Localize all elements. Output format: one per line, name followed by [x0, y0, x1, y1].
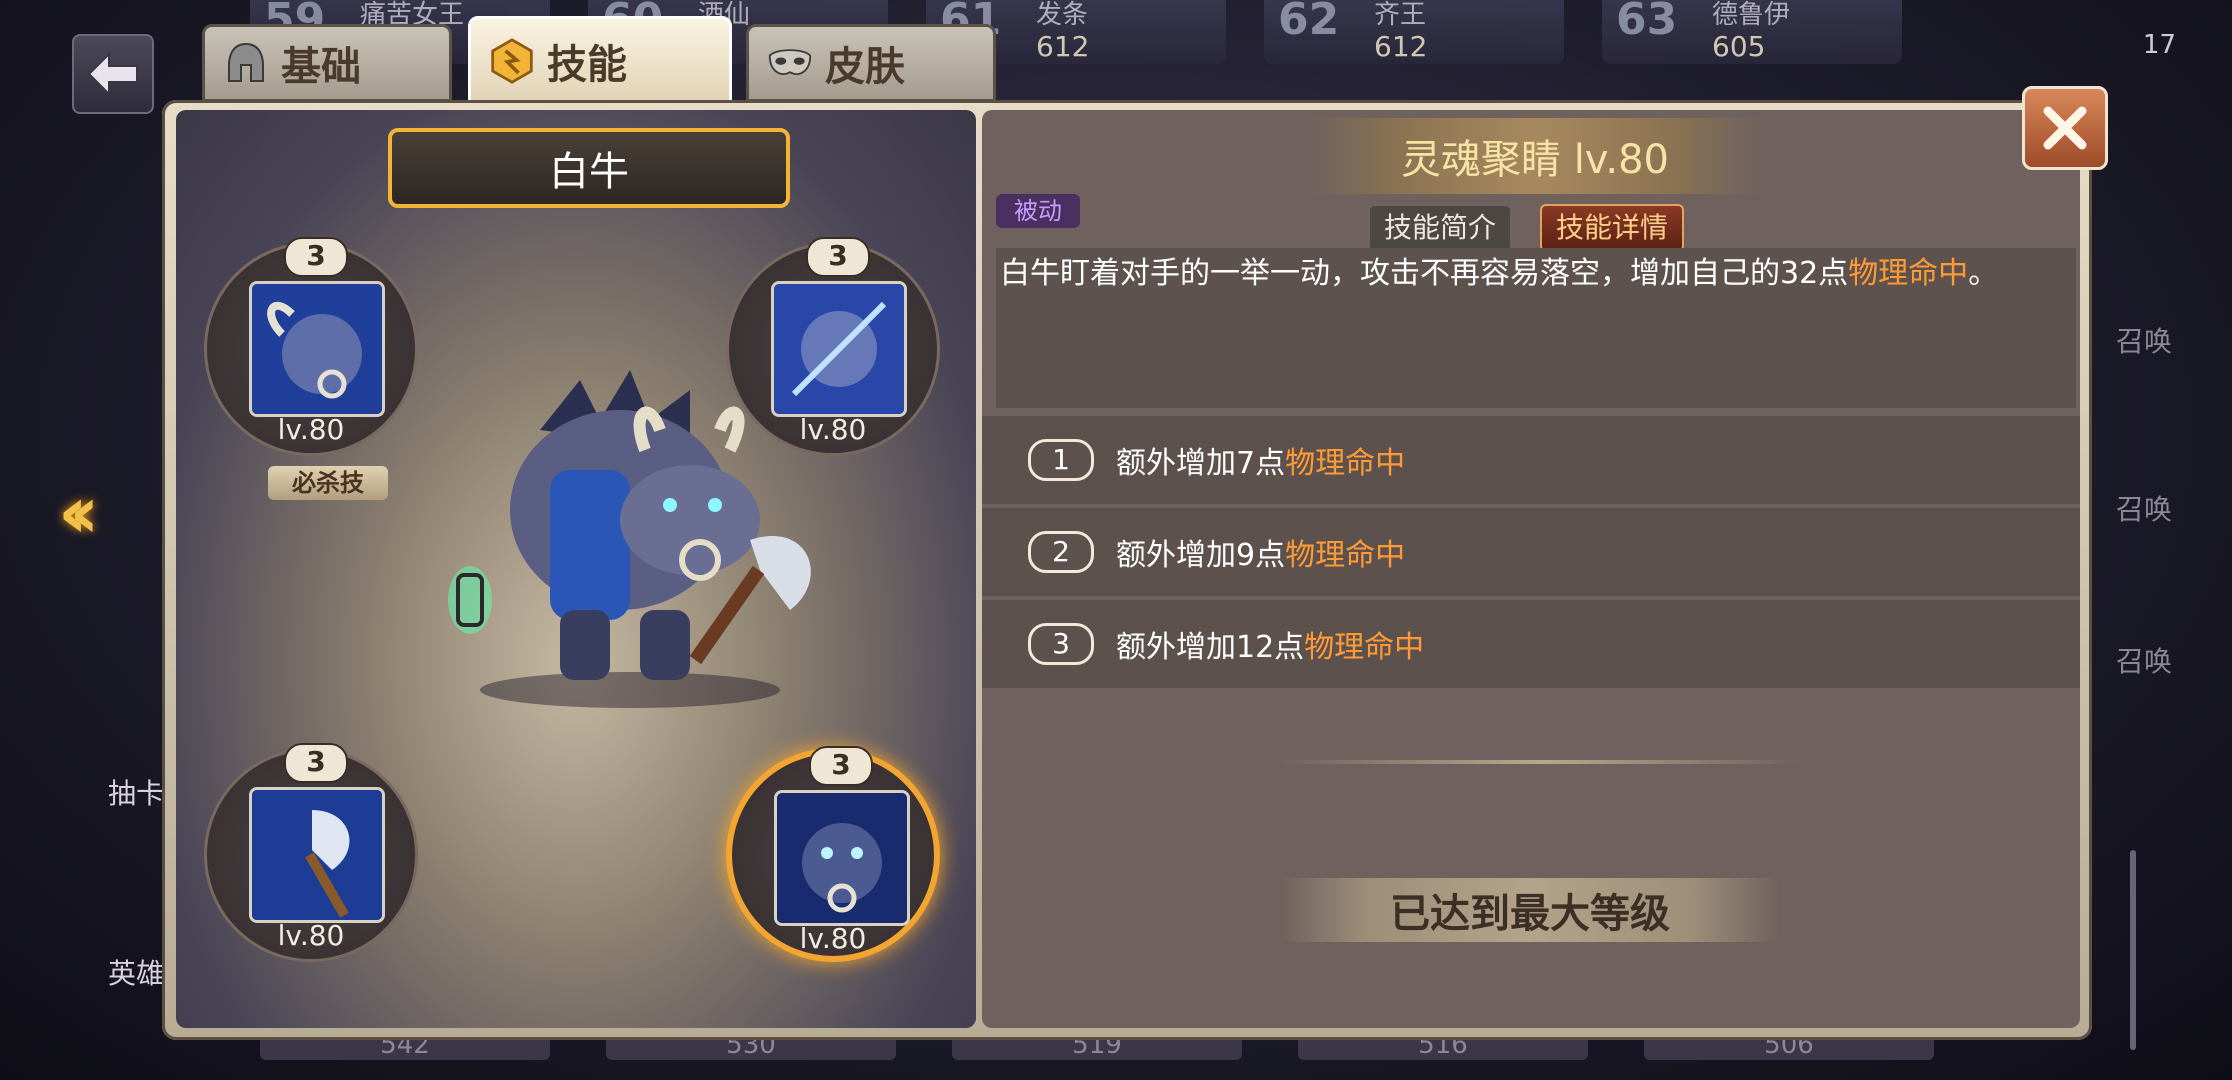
description-highlight: 物理命中 [1848, 256, 1969, 291]
hero-bull-figure [430, 370, 830, 710]
hourglass-count: 17 [2142, 30, 2176, 60]
skill-level: lv.80 [277, 413, 345, 446]
bg-hero-rank: 62 [1278, 0, 1340, 45]
max-level-banner: 已达到最大等级 [1280, 878, 1780, 942]
skill-slot-3[interactable]: 3 lv.80 [204, 743, 418, 962]
bg-hero-power: 612 [1036, 30, 1090, 63]
hero-name-box: 白牛 [388, 128, 790, 208]
close-button[interactable] [2022, 86, 2108, 170]
tab-basic[interactable]: 基础 [202, 24, 452, 102]
bonus-row: 2 额外增加9点 物理命中 [982, 508, 2080, 596]
side-summon-label: 召唤 [2115, 493, 2172, 526]
bg-hero-name: 德鲁伊 [1712, 0, 1791, 30]
skill-level: lv.80 [277, 919, 345, 952]
tab-label: 皮肤 [825, 44, 905, 90]
skill-title: 灵魂聚睛 lv.80 [1400, 137, 1669, 183]
skill-slot-ultimate[interactable]: 3 lv.80 [204, 237, 418, 456]
description-suffix: 。 [1968, 256, 1999, 291]
tab-skill-summary[interactable]: 技能简介 [1368, 204, 1513, 252]
bg-hero-card: 63 德鲁伊 605 [1602, 0, 1902, 64]
ornament-divider [1280, 760, 1800, 764]
bonus-highlight: 物理命中 [1285, 538, 1406, 573]
close-icon [2043, 106, 2087, 150]
left-side-label: 英雄 [108, 957, 165, 990]
tab-label: 技能 [547, 42, 627, 88]
axe-strike-skill-icon [249, 787, 385, 923]
skill-level: lv.80 [799, 922, 867, 955]
bonus-number: 3 [1028, 623, 1094, 665]
bonus-row: 3 额外增加12点 物理命中 [982, 600, 2080, 688]
left-side-label: 抽卡 [108, 777, 165, 810]
skill-count-badge: 3 [284, 743, 348, 783]
hero-name: 白牛 [549, 149, 629, 195]
bg-hero-name: 齐王 [1374, 0, 1427, 30]
soul-focus-skill-icon [774, 790, 910, 926]
skill-slot-4-selected[interactable]: 3 lv.80 [726, 746, 940, 962]
bonus-highlight: 物理命中 [1285, 446, 1406, 481]
bonus-highlight: 物理命中 [1304, 630, 1425, 665]
bonus-text: 额外增加12点 [1116, 630, 1305, 665]
side-summon-label: 召唤 [2115, 325, 2172, 358]
bonus-text: 额外增加7点 [1116, 446, 1286, 481]
skill-count-badge: 3 [806, 237, 870, 277]
mask-icon [767, 40, 813, 86]
helmet-icon [223, 40, 269, 86]
back-button[interactable] [72, 34, 154, 114]
bg-hero-card: 62 齐王 612 [1264, 0, 1564, 64]
previous-hero-arrow-icon[interactable]: ‹‹ [58, 470, 100, 554]
skill-count-badge: 3 [284, 237, 348, 277]
side-summon-label: 召唤 [2115, 645, 2172, 678]
skill-description: 白牛盯着对手的一举一动，攻击不再容易落空，增加自己的32点物理命中。 [996, 248, 2076, 408]
ultimate-tag: 必杀技 [268, 466, 388, 500]
max-level-text: 已达到最大等级 [1390, 891, 1670, 937]
skill-count-badge: 3 [809, 746, 873, 786]
back-arrow-icon [87, 52, 138, 96]
skill-emblem-icon [489, 38, 535, 84]
tab-label: 基础 [281, 44, 361, 90]
skill-type-tag: 被动 [996, 194, 1080, 228]
bg-hero-rank: 63 [1616, 0, 1678, 45]
bonus-row: 1 额外增加7点 物理命中 [982, 416, 2080, 504]
tab-skill-details[interactable]: 技能详情 [1540, 204, 1685, 252]
skill-title-bar: 灵魂聚睛 lv.80 [1310, 118, 1760, 194]
tab-skills[interactable]: 技能 [468, 16, 732, 106]
bg-hero-name: 发条 [1036, 0, 1089, 30]
bonus-text: 额外增加9点 [1116, 538, 1286, 573]
bg-hero-power: 605 [1712, 30, 1766, 63]
description-text: 白牛盯着对手的一举一动，攻击不再容易落空，增加自己的32点 [1000, 256, 1849, 291]
scrollbar[interactable] [2130, 850, 2136, 1050]
bonus-number: 1 [1028, 439, 1094, 481]
bonus-number: 2 [1028, 531, 1094, 573]
tab-skins[interactable]: 皮肤 [746, 24, 996, 102]
bull-roar-skill-icon [249, 281, 385, 417]
bg-hero-power: 612 [1374, 30, 1428, 63]
